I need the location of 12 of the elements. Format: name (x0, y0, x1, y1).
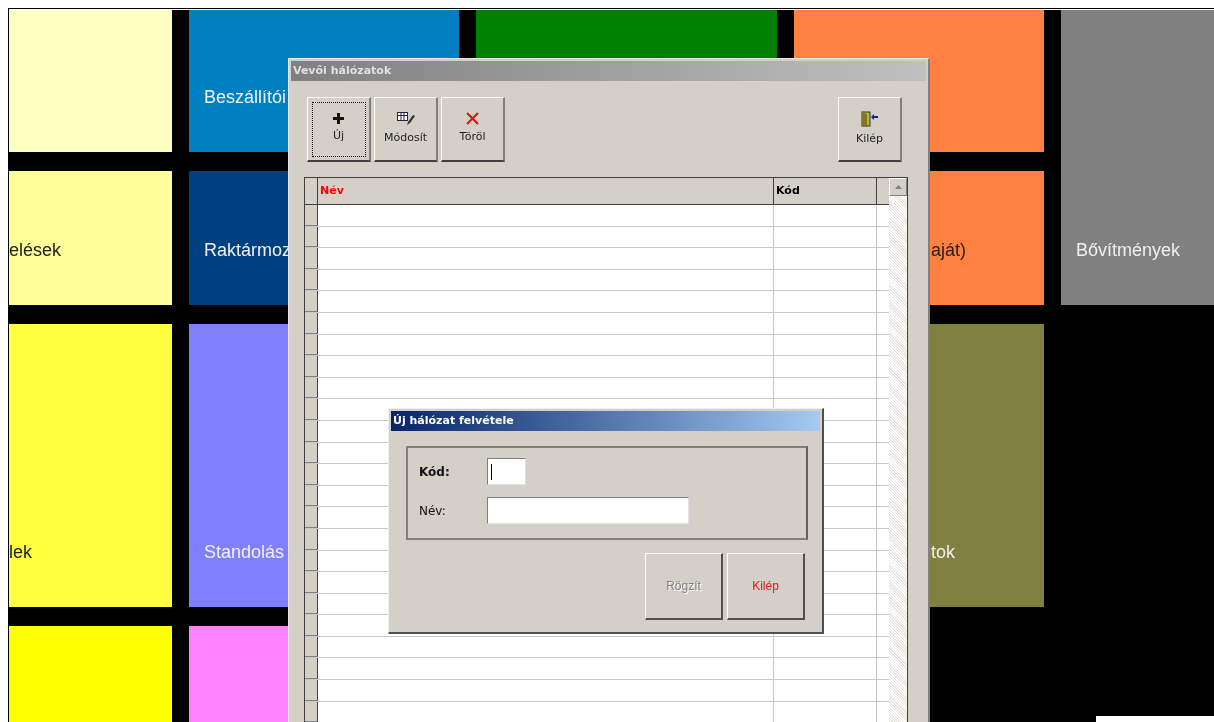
window-title: Vevői hálózatok (291, 61, 926, 81)
tile-label: Raktármoz (204, 239, 292, 261)
field-label: Kód: (419, 463, 451, 481)
tile-label: lek (9, 541, 32, 563)
tile-label: Bővítmények (1076, 239, 1181, 261)
tile-label: Standolás (204, 541, 285, 563)
dialog-title: Új hálózat felvétele (391, 411, 820, 431)
tile-label: Beszállítói (204, 86, 287, 108)
tile-label: elések (9, 239, 62, 261)
field-label: Név: (419, 502, 447, 520)
tile-label: aját) (931, 239, 966, 261)
tile-label: tok (931, 541, 955, 563)
